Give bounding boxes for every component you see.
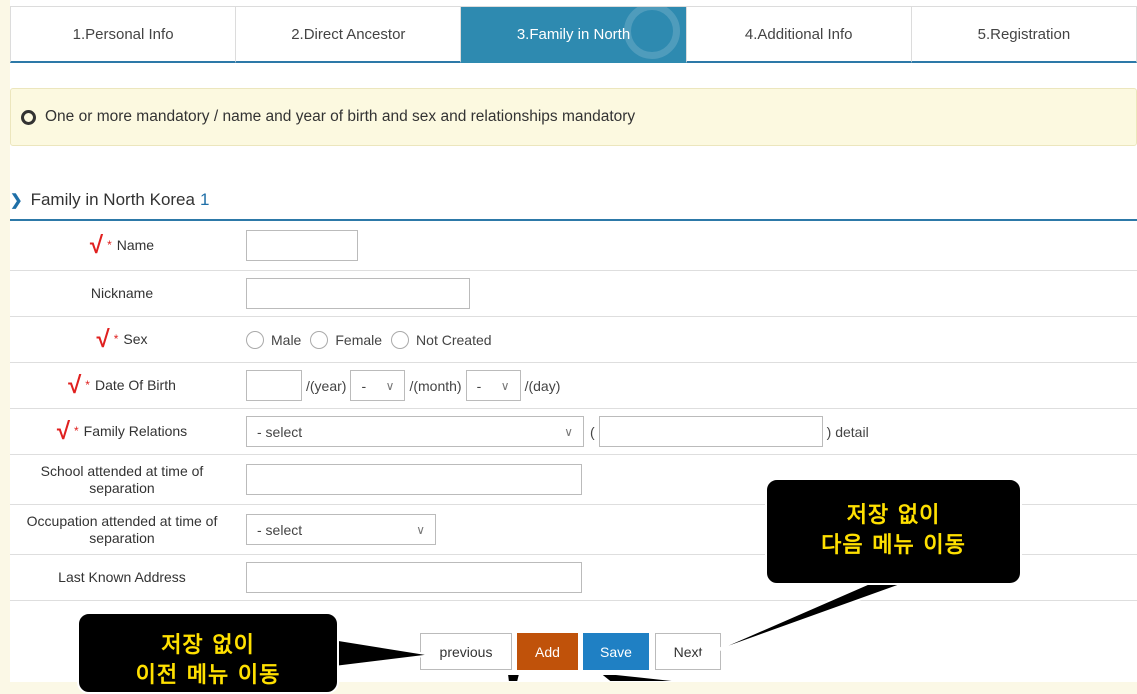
day-suffix: /(day): [524, 377, 561, 394]
radio-label: Male: [271, 331, 302, 348]
month-suffix: /(month): [409, 377, 462, 394]
row-dob: √ * Date Of Birth /(year) - ∨ /(month) - ∨…: [10, 363, 1137, 409]
year-suffix: /(year): [306, 377, 347, 394]
select-value: -: [476, 377, 482, 394]
required-star: *: [107, 238, 112, 252]
callout-line: 다음 메뉴 이동: [821, 533, 966, 558]
radio-circle-icon: [246, 330, 264, 349]
school-input[interactable]: [246, 464, 582, 495]
relations-label: √ * Family Relations: [10, 409, 234, 454]
birth-day-select[interactable]: - ∨: [465, 370, 521, 401]
checkmark-icon: √: [68, 371, 82, 399]
address-label: Last Known Address: [58, 569, 186, 585]
label-text: Family Relations: [83, 423, 188, 439]
select-value: -: [361, 377, 367, 394]
row-family-relations: √ * Family Relations - select ∨ ( ) detai…: [10, 409, 1137, 455]
birth-month-select[interactable]: - ∨: [350, 370, 406, 401]
next-callout: 저장 없이 다음 메뉴 이동: [765, 478, 1022, 585]
label-text: Name: [116, 237, 155, 253]
radio-label: Not Created: [416, 331, 492, 348]
tab-label: 1.Personal Info: [72, 25, 174, 43]
previous-button[interactable]: previous: [420, 633, 512, 670]
watermark-logo-icon: [623, 7, 680, 59]
dob-label: √ * Date Of Birth: [10, 363, 234, 408]
tab-additional-info[interactable]: 4.Additional Info: [686, 7, 912, 63]
tab-label: 2.Direct Ancestor: [291, 25, 406, 43]
chevron-down-icon: ∨: [385, 378, 395, 393]
tab-label: 4.Additional Info: [744, 25, 853, 43]
tab-family-in-north[interactable]: 3.Family in North: [461, 7, 687, 63]
save-button[interactable]: Save: [583, 633, 649, 670]
callout-line: 저장 없이: [161, 633, 255, 658]
chevron-down-icon: ∨: [500, 378, 510, 393]
callout-line: 저장 없이: [846, 503, 941, 528]
tab-direct-ancestor[interactable]: 2.Direct Ancestor: [236, 7, 462, 63]
detail-suffix: ) detail: [826, 423, 869, 440]
radio-female[interactable]: Female: [310, 330, 383, 349]
family-relations-select[interactable]: - select ∨: [246, 416, 584, 447]
paren-open: (: [590, 423, 595, 440]
section-number: 1: [199, 190, 210, 209]
tab-label: 3.Family in North: [516, 25, 631, 43]
birth-year-input[interactable]: [246, 370, 302, 401]
callout-line: 이전 메뉴 이동: [135, 663, 281, 688]
notice-box: One or more mandatory / name and year of…: [10, 88, 1137, 146]
row-nickname: Nickname: [10, 271, 1137, 317]
sex-label: √ * Sex: [10, 317, 234, 362]
chevron-down-icon: ∨: [564, 424, 573, 439]
chevron-down-icon: ∨: [416, 522, 425, 537]
school-label: School attended at time of separation: [40, 462, 204, 496]
add-button[interactable]: Add: [517, 633, 578, 670]
select-value: - select: [257, 423, 303, 440]
checkmark-icon: √: [56, 417, 70, 445]
row-sex: √ * Sex Male Female Not Created: [10, 317, 1137, 363]
tab-personal-info[interactable]: 1.Personal Info: [10, 7, 237, 63]
tab-registration[interactable]: 5.Registration: [911, 7, 1137, 63]
required-star: *: [85, 378, 90, 392]
select-value: - select: [257, 521, 303, 538]
required-star: *: [113, 332, 119, 346]
radio-not-created[interactable]: Not Created: [391, 330, 492, 349]
name-input[interactable]: [246, 230, 358, 261]
label-text: Date Of Birth: [94, 377, 176, 393]
relation-detail-input[interactable]: [598, 416, 823, 447]
nickname-input[interactable]: [246, 278, 470, 309]
row-name: √ * Name: [10, 221, 1137, 271]
next-button[interactable]: Next: [655, 633, 721, 670]
section-title-text: Family in North Korea: [30, 190, 195, 209]
chevron-right-icon: ❯: [10, 192, 23, 209]
occupation-select[interactable]: - select ∨: [246, 514, 436, 545]
required-star: *: [74, 424, 79, 438]
nickname-label: Nickname: [90, 285, 154, 301]
occupation-label: Occupation attended at time of separatio…: [26, 512, 218, 546]
radio-male[interactable]: Male: [246, 330, 302, 349]
bullet-ring-icon: [21, 109, 36, 125]
checkmark-icon: √: [89, 231, 104, 259]
name-label: √ * Name: [10, 221, 234, 270]
step-tabs: 1.Personal Info 2.Direct Ancestor 3.Fami…: [10, 6, 1137, 63]
notice-text: One or more mandatory / name and year of…: [45, 108, 636, 125]
address-input[interactable]: [246, 562, 582, 593]
radio-circle-icon: [391, 330, 410, 349]
label-text: Sex: [123, 331, 148, 347]
section-title: ❯ Family in North Korea 1: [10, 190, 209, 210]
radio-circle-icon: [310, 330, 329, 349]
checkmark-icon: √: [96, 325, 110, 353]
tab-label: 5.Registration: [977, 25, 1071, 43]
radio-label: Female: [335, 331, 383, 348]
